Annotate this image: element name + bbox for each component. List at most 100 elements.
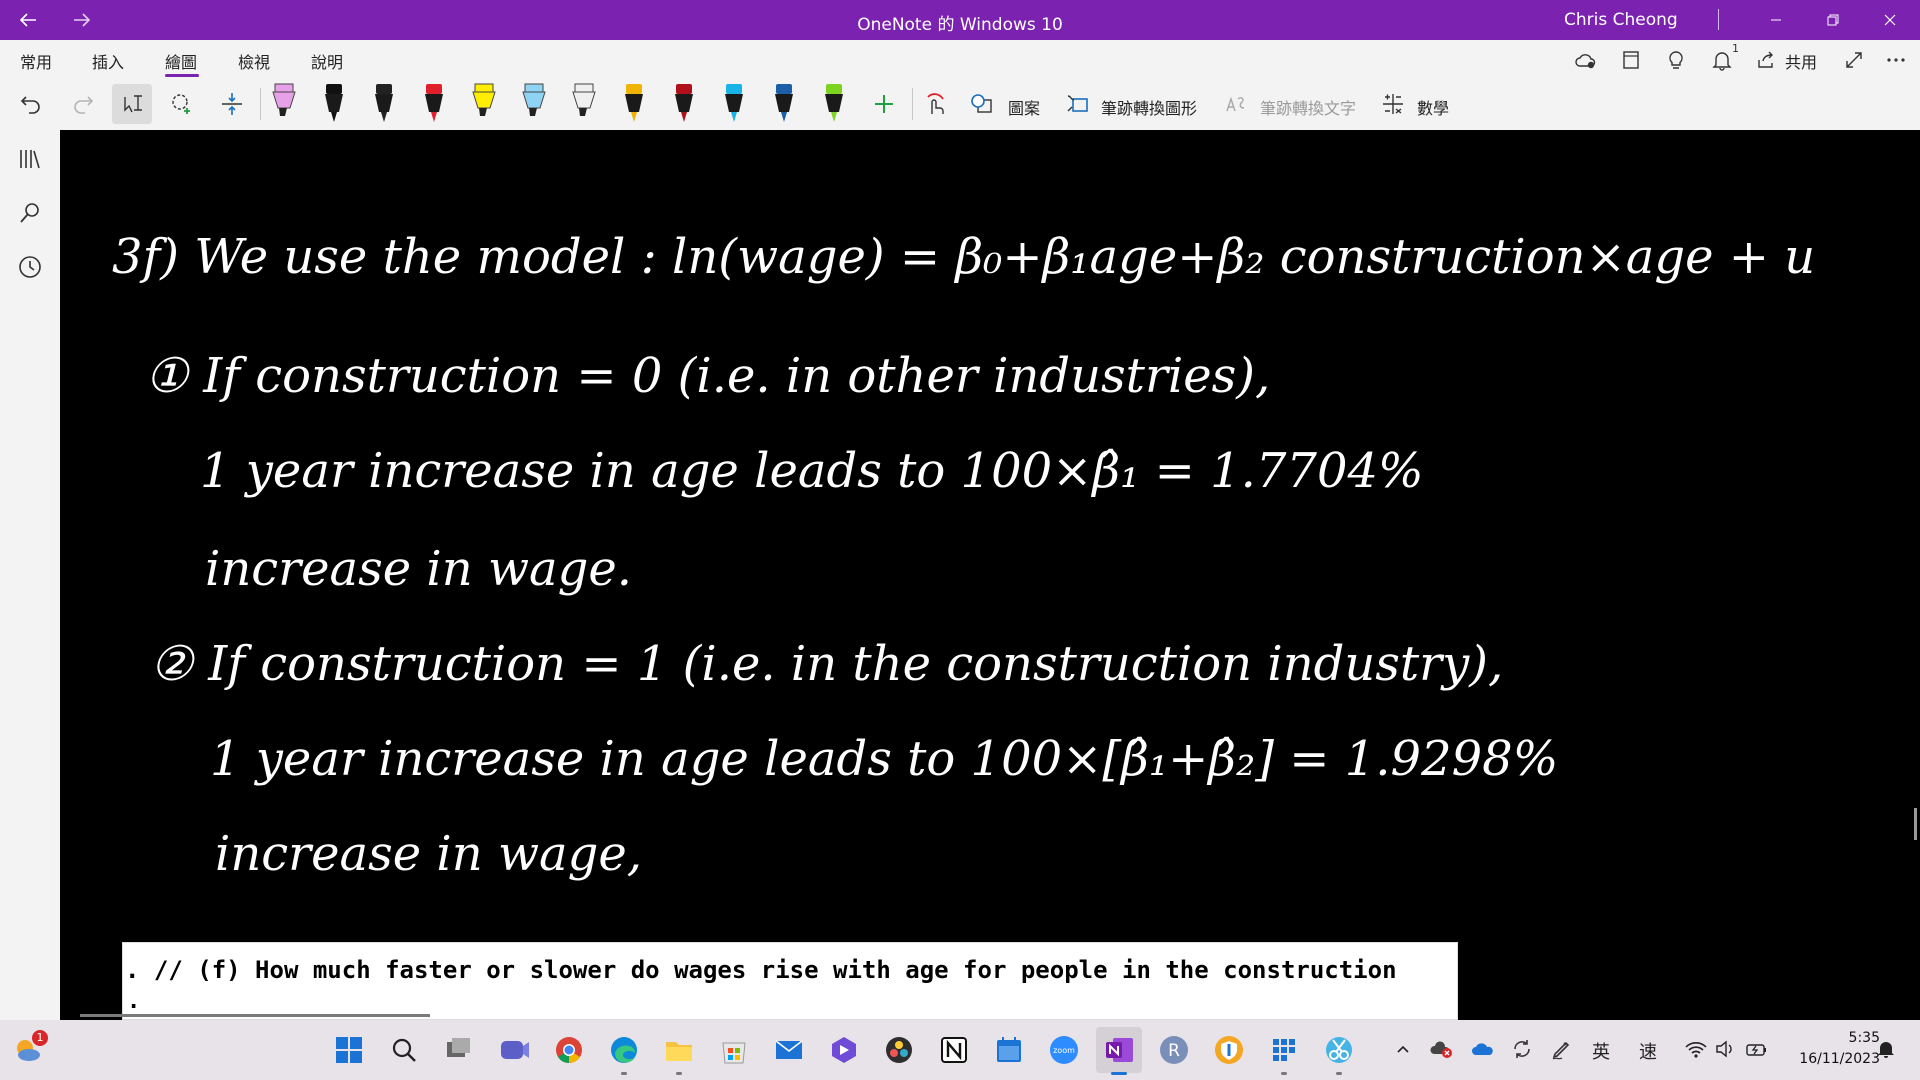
touch-draw-button[interactable] xyxy=(916,84,956,124)
pen-icon xyxy=(522,83,546,116)
app-grid-button[interactable] xyxy=(1266,1032,1302,1068)
edge-button[interactable] xyxy=(606,1032,642,1068)
forward-arrow-icon xyxy=(74,13,91,27)
svg-text:zoom: zoom xyxy=(1053,1046,1075,1055)
clock-date[interactable]: 16/11/2023 xyxy=(1770,1051,1880,1067)
sync-status-button[interactable] xyxy=(1572,48,1600,72)
pen-tray[interactable] xyxy=(1549,1036,1575,1062)
undo-button[interactable] xyxy=(12,84,52,124)
start-button[interactable] xyxy=(331,1032,367,1068)
pen-cyan[interactable] xyxy=(714,80,754,128)
redo-button[interactable] xyxy=(62,84,102,124)
cloud-status-tray[interactable] xyxy=(1428,1036,1454,1062)
pen-darkred[interactable] xyxy=(664,80,704,128)
restore-button[interactable] xyxy=(1805,0,1861,40)
add-space-button[interactable] xyxy=(212,84,252,124)
code-comment-line: . // (f) How much faster or slower do wa… xyxy=(125,956,1397,984)
show-hidden-icons-button[interactable] xyxy=(1390,1036,1416,1062)
notes-feed-button[interactable] xyxy=(1617,48,1645,72)
minimize-button[interactable] xyxy=(1748,0,1804,40)
task-view-icon xyxy=(447,1038,470,1057)
onedrive-tray[interactable] xyxy=(1470,1036,1496,1062)
notion-button[interactable] xyxy=(936,1032,972,1068)
r-app-button[interactable]: R xyxy=(1156,1032,1192,1068)
ink-to-shape-label[interactable]: 筆跡轉換圖形 xyxy=(1101,95,1197,119)
add-pen-button[interactable] xyxy=(864,84,904,124)
close-button[interactable] xyxy=(1862,0,1918,40)
pen-black-1[interactable] xyxy=(314,80,354,128)
running-indicator xyxy=(1111,1072,1127,1075)
pasted-code-block[interactable]: . // (f) How much faster or slower do wa… xyxy=(122,942,1458,1020)
pen-lightblue-highlighter[interactable] xyxy=(514,80,554,128)
ime-language-indicator[interactable]: 英 xyxy=(1592,1038,1610,1064)
microsoft-store-button[interactable] xyxy=(716,1032,752,1068)
type-select-button[interactable] xyxy=(112,84,152,124)
pen-icon xyxy=(675,84,693,122)
recent-notes-button[interactable] xyxy=(15,252,45,282)
notification-count: 1 xyxy=(1732,42,1739,55)
tab-help[interactable]: 說明 xyxy=(311,49,343,73)
weather-widget-button[interactable]: 1 xyxy=(10,1030,48,1068)
file-explorer-button[interactable] xyxy=(661,1032,697,1068)
clipchamp-button[interactable] xyxy=(826,1032,862,1068)
security-app-button[interactable] xyxy=(1211,1032,1247,1068)
ime-mode-indicator[interactable]: 速 xyxy=(1639,1038,1657,1064)
share-label[interactable]: 共用 xyxy=(1785,49,1817,73)
running-indicator xyxy=(1281,1072,1287,1075)
volume-tray[interactable] xyxy=(1713,1036,1739,1062)
notebooks-button[interactable] xyxy=(15,144,45,174)
task-view-button[interactable] xyxy=(441,1032,477,1068)
sync-tray[interactable] xyxy=(1509,1036,1535,1062)
forward-button[interactable] xyxy=(62,4,102,36)
share-button[interactable] xyxy=(1752,48,1780,72)
back-button[interactable] xyxy=(8,4,48,36)
ink-to-text-label[interactable]: 筆跡轉換文字 xyxy=(1260,95,1356,119)
notifications-button[interactable]: 1 xyxy=(1708,42,1739,72)
calendar-button[interactable] xyxy=(991,1032,1027,1068)
pen-yellow-highlighter[interactable] xyxy=(464,80,504,128)
notification-center-button[interactable] xyxy=(1873,1036,1899,1062)
tab-insert[interactable]: 插入 xyxy=(92,49,124,73)
tab-home[interactable]: 常用 xyxy=(20,49,52,73)
pen-white-highlighter[interactable] xyxy=(564,80,604,128)
pen-red[interactable] xyxy=(414,80,454,128)
tab-view[interactable]: 檢視 xyxy=(238,49,270,73)
onenote-button[interactable] xyxy=(1096,1027,1142,1073)
ink-to-shape-button[interactable] xyxy=(1058,84,1098,124)
lasso-select-button[interactable] xyxy=(162,84,202,124)
horizontal-scrollbar[interactable] xyxy=(80,1014,430,1017)
battery-tray[interactable] xyxy=(1744,1036,1770,1062)
pen-navy[interactable] xyxy=(764,80,804,128)
pen-green[interactable] xyxy=(814,80,854,128)
math-button[interactable] xyxy=(1373,84,1413,124)
ink-to-text-button[interactable] xyxy=(1216,84,1256,124)
store-icon xyxy=(722,1042,746,1064)
shapes-button[interactable] xyxy=(962,84,1002,124)
snipping-tool-button[interactable] xyxy=(1321,1032,1357,1068)
teams-chat-button[interactable] xyxy=(496,1032,532,1068)
note-canvas[interactable]: 3f) We use the model : ln(wage) = β₀+β₁a… xyxy=(60,130,1920,1020)
davinci-resolve-button[interactable] xyxy=(881,1032,917,1068)
user-name[interactable]: Chris Cheong xyxy=(1564,10,1678,30)
bell-icon xyxy=(1878,1042,1894,1058)
math-label[interactable]: 數學 xyxy=(1417,95,1449,119)
pen-black-2[interactable] xyxy=(364,80,404,128)
more-options-button[interactable] xyxy=(1882,48,1910,72)
taskbar-search-button[interactable] xyxy=(386,1032,422,1068)
search-button[interactable] xyxy=(15,198,45,228)
pen-pink-highlighter[interactable] xyxy=(264,80,304,128)
chrome-button[interactable] xyxy=(551,1032,587,1068)
vertical-scrollbar[interactable] xyxy=(1914,808,1917,840)
clock-time[interactable]: 5:35 xyxy=(1820,1030,1880,1046)
network-tray[interactable] xyxy=(1683,1036,1709,1062)
pen-gold[interactable] xyxy=(614,80,654,128)
fullscreen-button[interactable] xyxy=(1840,48,1868,72)
tab-draw[interactable]: 繪圖 xyxy=(165,49,197,73)
r-icon: R xyxy=(1160,1036,1188,1064)
ribbon-tabs: 常用 插入 繪圖 檢視 說明 1 共用 xyxy=(0,40,1920,78)
mail-button[interactable] xyxy=(771,1032,807,1068)
shapes-label[interactable]: 圖案 xyxy=(1008,95,1040,119)
zoom-button[interactable]: zoom xyxy=(1046,1032,1082,1068)
tell-me-button[interactable] xyxy=(1662,48,1690,72)
restore-icon xyxy=(1827,14,1839,26)
